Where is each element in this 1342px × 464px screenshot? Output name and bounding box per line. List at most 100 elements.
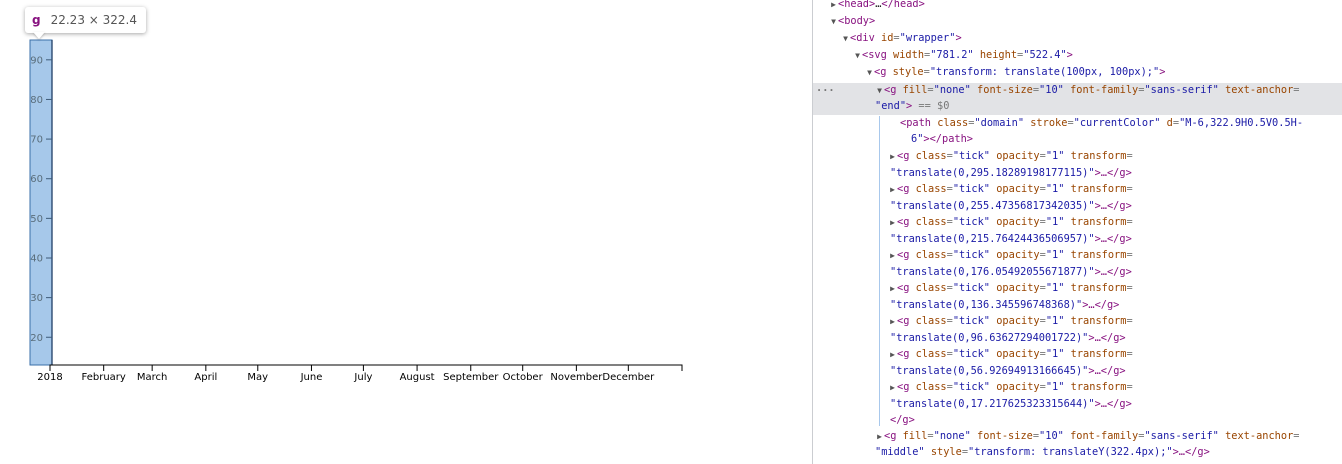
expand-triangle-icon[interactable]: ▶: [888, 215, 897, 232]
dom-node-g-translate[interactable]: ▼ <g style="transform: translate(100px, 1…: [813, 64, 1342, 81]
expand-triangle-icon[interactable]: ▶: [888, 314, 897, 331]
attr-value: "1": [1045, 381, 1065, 393]
dom-node-body[interactable]: ▼ <body>: [813, 13, 1342, 30]
attr-name: class: [915, 381, 947, 393]
expand-triangle-icon[interactable]: ▶: [888, 380, 897, 397]
attr-name: transform: [1070, 249, 1127, 261]
dom-node-tick[interactable]: ▶ <g class="tick" opacity="1" transform=: [813, 148, 1342, 165]
tag-name: g: [880, 66, 887, 78]
expand-triangle-icon[interactable]: ▶: [888, 248, 897, 265]
dom-node-tick[interactable]: ▶ <g class="tick" opacity="1" transform=: [813, 181, 1342, 198]
attr-value: "translate(0,176.05492055671877)": [890, 265, 1095, 278]
dom-node-svg[interactable]: ▼ <svg width="781.2" height="522.4">: [813, 47, 1342, 64]
expand-triangle-icon[interactable]: ▶: [888, 281, 897, 298]
tag-name: <g: [897, 183, 910, 195]
tag-close: >…</g>: [1094, 199, 1132, 212]
attr-name: text-anchor: [1225, 430, 1294, 442]
attr-name: opacity: [996, 249, 1040, 261]
attr-value: none: [939, 84, 965, 96]
attr-value: 6: [911, 133, 918, 145]
expand-triangle-icon[interactable]: ▶: [888, 347, 897, 364]
attr-name: class: [915, 348, 947, 360]
expand-triangle-icon[interactable]: ▶: [888, 149, 897, 166]
attr-value: "tick": [952, 315, 991, 327]
attr-name: class: [915, 282, 947, 294]
y-tick-label: 40: [30, 253, 43, 264]
dom-node-head[interactable]: ▶ <head>…</head>: [813, 0, 1342, 13]
collapse-triangle-icon[interactable]: ▼: [865, 65, 874, 82]
attr-name: transform: [1070, 348, 1127, 360]
tag-name: <g: [897, 216, 910, 228]
tag-close: >…</g>: [1088, 364, 1126, 377]
tag-open: <head>: [838, 0, 876, 10]
attr-value: currentColor: [1079, 117, 1155, 129]
dom-node-tick-line2[interactable]: "translate(0,215.76424436506957)">…</g>: [813, 231, 1342, 248]
collapse-triangle-icon[interactable]: ▼: [853, 48, 862, 65]
dom-node-g-axis-line1[interactable]: ▼ <g fill="none" font-size="10" font-fami…: [813, 82, 1342, 99]
dom-node-g-axis-line2[interactable]: "end"> == $0: [813, 98, 1342, 115]
attr-value: "tick": [952, 249, 991, 261]
equals-sign: =: [1126, 315, 1133, 327]
dom-node-tick[interactable]: ▶ <g class="tick" opacity="1" transform=: [813, 313, 1342, 330]
x-tick-label: April: [194, 372, 217, 383]
tag-close: >…</g>: [1088, 331, 1126, 344]
x-tick-label: August: [400, 372, 435, 383]
attr-value: "tick": [952, 150, 991, 162]
dom-node-tick-line2[interactable]: "translate(0,96.63627294001722)">…</g>: [813, 330, 1342, 347]
dom-node-tick-line2[interactable]: "translate(0,56.92694913166645)">…</g>: [813, 363, 1342, 380]
tag-name: div: [856, 32, 875, 44]
y-tick-label: 70: [30, 135, 43, 146]
attr-name: style: [930, 446, 962, 458]
dom-node-tick-line2[interactable]: "translate(0,255.47356817342035)">…</g>: [813, 198, 1342, 215]
equals-sign: =: [1126, 348, 1133, 360]
dom-node-g-xaxis-line1[interactable]: ▶ <g fill="none" font-size="10" font-fami…: [813, 428, 1342, 445]
attr-name: opacity: [996, 381, 1040, 393]
y-tick-label: 80: [30, 95, 43, 106]
expand-triangle-icon[interactable]: ▶: [829, 0, 838, 14]
attr-value: wrapper: [905, 32, 950, 44]
x-axis: 2018 February March April May June July August S…: [37, 364, 683, 383]
dom-node-path-domain[interactable]: <path class="domain" stroke="currentColo…: [813, 115, 1342, 132]
attr-value: "1": [1045, 216, 1065, 228]
dom-node-tick[interactable]: ▶ <g class="tick" opacity="1" transform=: [813, 379, 1342, 396]
dom-node-tick-line2[interactable]: "translate(0,17.217625323315644)">…</g>: [813, 396, 1342, 413]
collapse-triangle-icon[interactable]: ▼: [829, 14, 838, 31]
attr-name: opacity: [996, 216, 1040, 228]
tooltip-tag-name: g: [32, 13, 41, 27]
tooltip-arrow: [33, 32, 45, 39]
dom-node-div-wrapper[interactable]: ▼ <div id="wrapper">: [813, 30, 1342, 47]
y-tick-label: 20: [30, 333, 43, 344]
dom-node-tick[interactable]: ▶ <g class="tick" opacity="1" transform=: [813, 214, 1342, 231]
attr-value: sans-serif: [1150, 430, 1213, 442]
dom-node-tick-line2[interactable]: "translate(0,176.05492055671877)">…</g>: [813, 264, 1342, 281]
attr-value: "translate(0,295.18289198177115)": [890, 166, 1095, 179]
attr-name: transform: [1070, 315, 1127, 327]
attr-value: "1": [1045, 282, 1065, 294]
attr-name: opacity: [996, 150, 1040, 162]
tag-close: >…</g>: [1094, 232, 1132, 245]
x-tick-label: July: [353, 372, 372, 383]
attr-value: transform: translate(100px, 100px);: [936, 66, 1153, 78]
dom-node-tick[interactable]: ▶ <g class="tick" opacity="1" transform=: [813, 247, 1342, 264]
attr-name: transform: [1070, 150, 1127, 162]
attr-value: "translate(0,136.345596748368)": [890, 298, 1083, 311]
page-preview: 20 30 40 50 60 70 80 90 2018 February March April M…: [0, 0, 812, 464]
equals-sign: =: [1126, 183, 1133, 195]
attr-value: "1": [1045, 315, 1065, 327]
highlighted-g-overlay: [29, 39, 53, 366]
attr-value: sans-serif: [1150, 84, 1213, 96]
devtools-elements-panel[interactable]: ▶ <head>…</head> ▼ <body> ▼ <div id="wrappe…: [812, 0, 1342, 464]
tooltip-dimensions: 22.23 × 322.4: [50, 13, 137, 27]
dom-node-tick-line2[interactable]: "translate(0,295.18289198177115)">…</g>: [813, 165, 1342, 182]
attr-value: 10: [1045, 430, 1058, 442]
dom-node-tick[interactable]: ▶ <g class="tick" opacity="1" transform=: [813, 280, 1342, 297]
dom-node-tick[interactable]: ▶ <g class="tick" opacity="1" transform=: [813, 346, 1342, 363]
tag-name: <g: [897, 282, 910, 294]
tag-name: <g: [897, 348, 910, 360]
dom-node-tick-line2[interactable]: "translate(0,136.345596748368)">…</g>: [813, 297, 1342, 314]
dom-node-g-xaxis-line2[interactable]: "middle" style="transform: translateY(32…: [813, 444, 1342, 461]
attr-value: "tick": [952, 282, 991, 294]
tag-close: </head>: [881, 0, 925, 10]
collapse-triangle-icon[interactable]: ▼: [841, 31, 850, 48]
expand-triangle-icon[interactable]: ▶: [888, 182, 897, 199]
